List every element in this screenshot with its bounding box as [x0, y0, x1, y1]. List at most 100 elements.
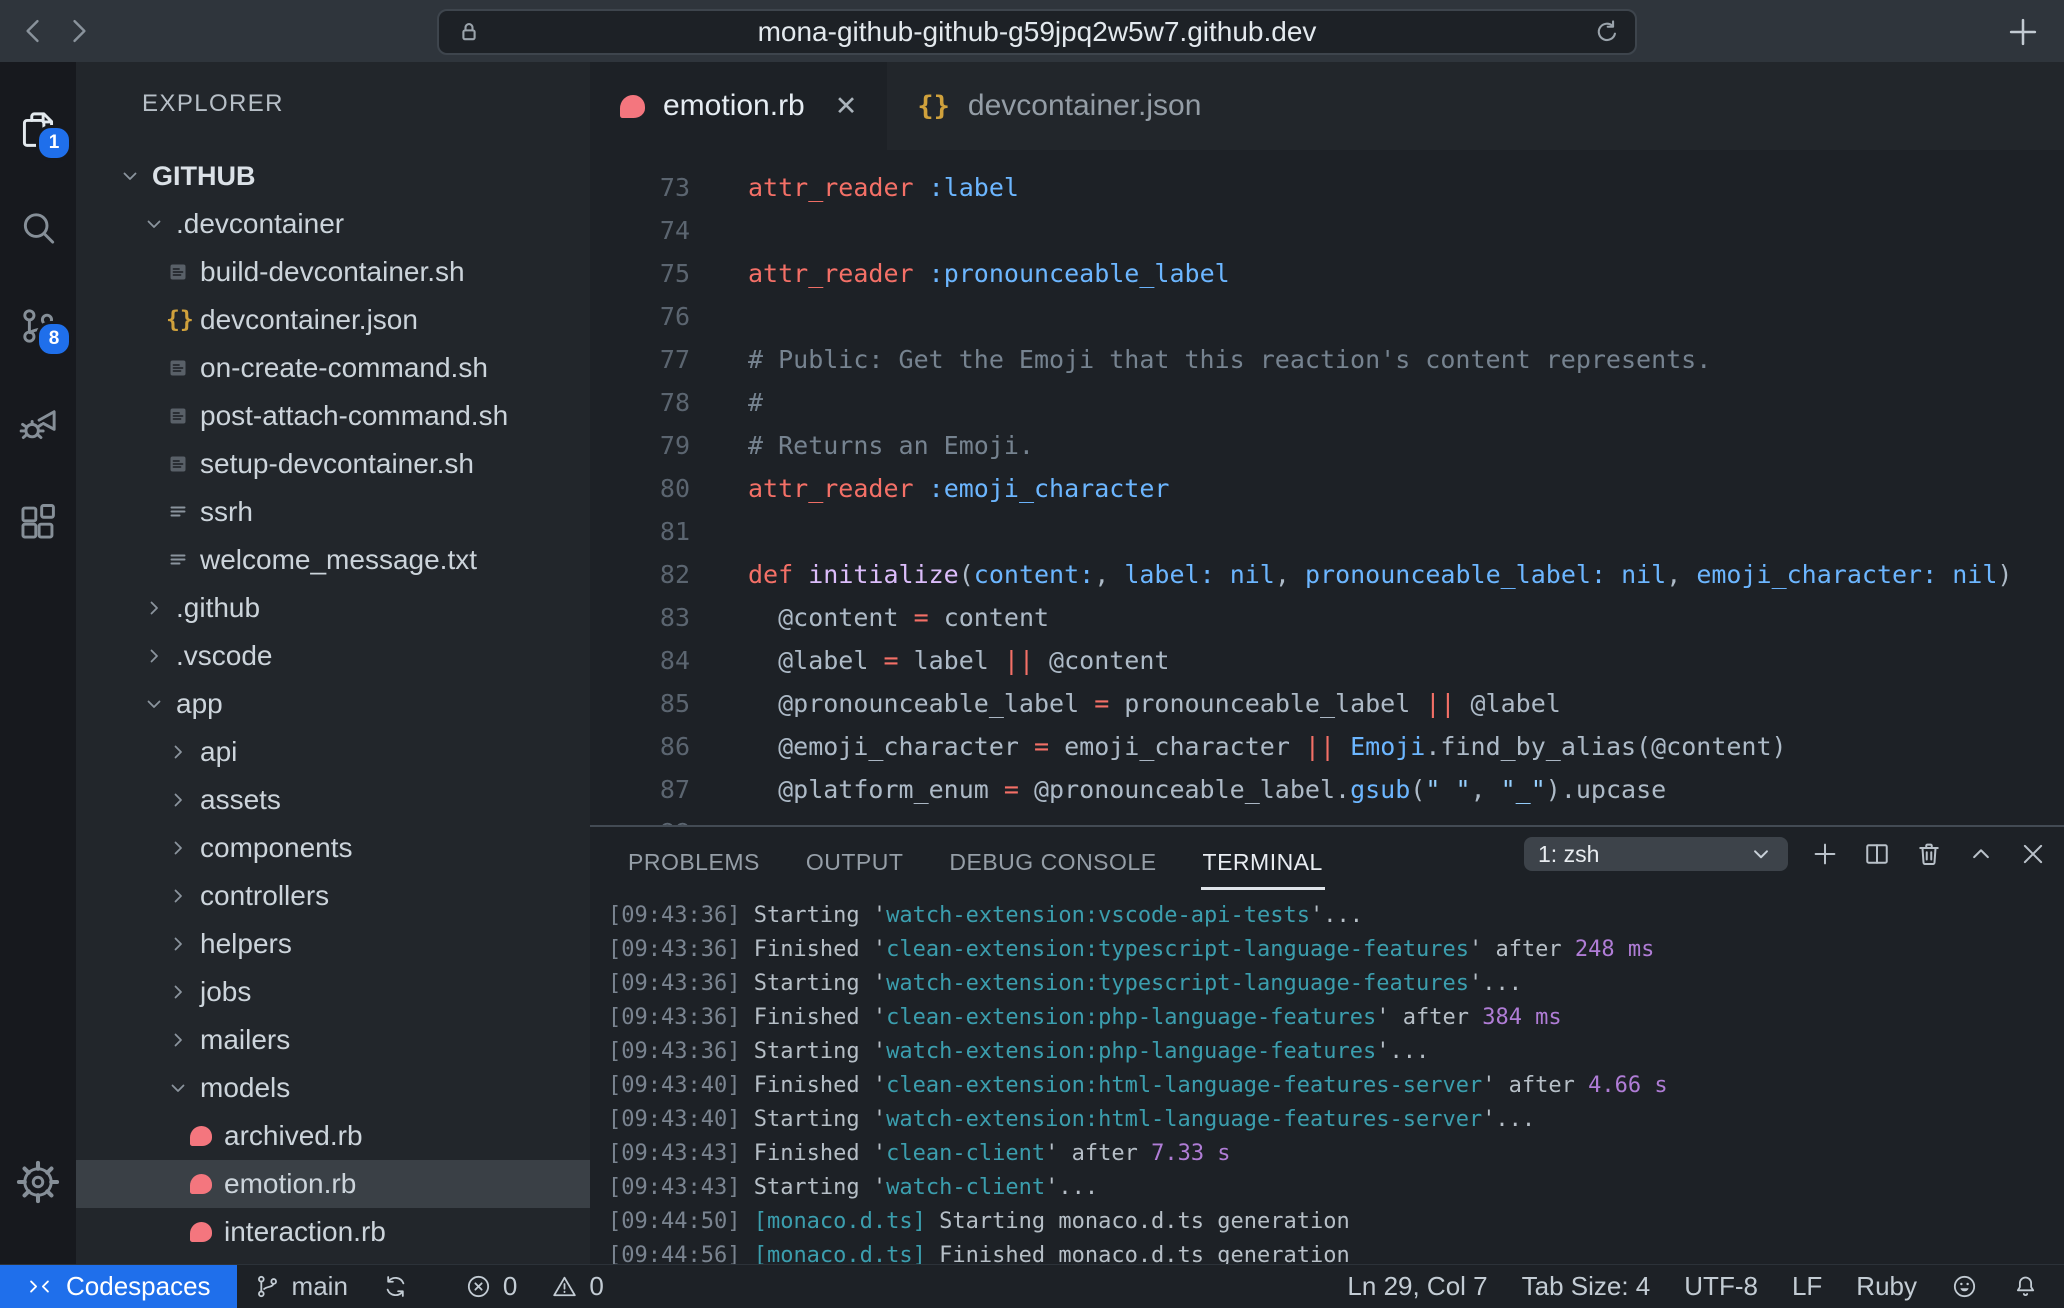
status-item-label: Ruby	[1856, 1271, 1917, 1302]
code-editor[interactable]: 73attr_reader :label7475attr_reader :pro…	[590, 150, 2064, 825]
new-terminal-button[interactable]	[1810, 839, 1840, 869]
browser-bar: mona-github-github-g59jpq2w5w7.github.de…	[0, 0, 2064, 62]
panel-tab-output[interactable]: OUTPUT	[796, 827, 914, 897]
url-field[interactable]: mona-github-github-g59jpq2w5w7.github.de…	[437, 9, 1637, 55]
close-panel-button[interactable]	[2018, 839, 2048, 869]
tree-item-label: .github	[176, 592, 260, 624]
editor-tab-devcontainer-json[interactable]: {}devcontainer.json	[887, 62, 1231, 150]
tree-item-github[interactable]: .github	[76, 584, 590, 632]
tree-item-label: archived.rb	[224, 1120, 363, 1152]
code-text: attr_reader :label	[748, 166, 1019, 209]
tree-item-assets[interactable]: assets	[76, 776, 590, 824]
tree-item-jobs[interactable]: jobs	[76, 968, 590, 1016]
bottom-panel: PROBLEMS OUTPUT DEBUG CONSOLE TERMINAL 1: z…	[590, 825, 2064, 1264]
panel-tab-debug-console[interactable]: DEBUG CONSOLE	[939, 827, 1166, 897]
status-item-errors[interactable]: 0	[448, 1265, 534, 1308]
tree-item-controllers[interactable]: controllers	[76, 872, 590, 920]
tree-item-helpers[interactable]: helpers	[76, 920, 590, 968]
plus-icon	[1810, 839, 1840, 869]
activity-item-search[interactable]	[14, 204, 62, 252]
status-item-cursor-position[interactable]: Ln 29, Col 7	[1330, 1265, 1504, 1308]
explorer-sidebar: EXPLORER GITHUB.devcontainerbuild-devcon…	[76, 62, 590, 1264]
search-icon	[16, 206, 60, 250]
tree-item-welcome-message-txt[interactable]: welcome_message.txt	[76, 536, 590, 584]
split-terminal-button[interactable]	[1862, 839, 1892, 869]
trash-icon	[1914, 839, 1944, 869]
terminal-shell-select[interactable]: 1: zsh	[1524, 837, 1788, 871]
badge: 8	[36, 321, 72, 357]
terminal-line: [09:43:43] Starting 'watch-client'...	[608, 1171, 2064, 1205]
status-item-label: Codespaces	[66, 1271, 211, 1302]
shell-select-label: 1: zsh	[1538, 841, 1599, 868]
tree-item-app[interactable]: app	[76, 680, 590, 728]
chevron-down-icon	[1748, 841, 1774, 867]
back-button[interactable]	[12, 9, 56, 53]
status-item-branch[interactable]: main	[237, 1265, 365, 1308]
status-item-language-mode[interactable]: Ruby	[1839, 1265, 1934, 1308]
code-line: 86 @emoji_character = emoji_character ||…	[590, 725, 2064, 768]
shell-file-icon	[166, 260, 200, 284]
editor-tab-emotion-rb[interactable]: emotion.rb✕	[590, 62, 887, 150]
activity-item-explorer[interactable]: 1	[14, 106, 62, 154]
tree-item-github[interactable]: GITHUB	[76, 152, 590, 200]
forward-button[interactable]	[56, 9, 100, 53]
activity-item-source-control[interactable]: 8	[14, 302, 62, 350]
maximize-panel-button[interactable]	[1966, 839, 1996, 869]
status-item-sync[interactable]	[365, 1265, 426, 1308]
code-line: 83 @content = content	[590, 596, 2064, 639]
panel-buttons	[1788, 839, 2048, 869]
tree-item-components[interactable]: components	[76, 824, 590, 872]
close-tab-icon[interactable]: ✕	[835, 93, 858, 120]
chevron-right-icon	[166, 836, 200, 860]
tree-item-ssrh[interactable]: ssrh	[76, 488, 590, 536]
tree-item-label: interaction.rb	[224, 1216, 386, 1248]
tree-item-archived-rb[interactable]: archived.rb	[76, 1112, 590, 1160]
tree-item-interaction-rb[interactable]: interaction.rb	[76, 1208, 590, 1256]
status-item-encoding[interactable]: UTF-8	[1667, 1265, 1775, 1308]
tree-item-label: api	[200, 736, 237, 768]
remote-icon	[26, 1273, 53, 1300]
tree-item-api[interactable]: api	[76, 728, 590, 776]
shell-file-icon	[166, 404, 200, 428]
editor-tab-bar: emotion.rb✕{}devcontainer.json	[590, 62, 2064, 150]
tree-item-setup-devcontainer-sh[interactable]: setup-devcontainer.sh	[76, 440, 590, 488]
chevron-right-icon	[166, 740, 200, 764]
activity-item-run-debug[interactable]	[14, 400, 62, 448]
status-item-notifications[interactable]	[1995, 1265, 2056, 1308]
status-item-warnings[interactable]: 0	[534, 1265, 620, 1308]
status-item-feedback[interactable]	[1934, 1265, 1995, 1308]
panel-tab-problems[interactable]: PROBLEMS	[618, 827, 770, 897]
status-item-codespaces[interactable]: Codespaces	[0, 1265, 237, 1308]
tree-item-emotion-rb[interactable]: emotion.rb	[76, 1160, 590, 1208]
line-number: 86	[590, 725, 690, 768]
new-tab-button[interactable]	[2004, 13, 2042, 51]
tree-item-post-attach-command-sh[interactable]: post-attach-command.sh	[76, 392, 590, 440]
tree-item-devcontainer-json[interactable]: {}devcontainer.json	[76, 296, 590, 344]
refresh-icon[interactable]	[1593, 18, 1621, 46]
status-item-indentation[interactable]: Tab Size: 4	[1505, 1265, 1668, 1308]
chevron-up-icon	[1966, 839, 1996, 869]
tree-item-on-create-command-sh[interactable]: on-create-command.sh	[76, 344, 590, 392]
tree-item-models[interactable]: models	[76, 1064, 590, 1112]
activity-item-settings[interactable]	[14, 1158, 62, 1206]
tree-item-devcontainer[interactable]: .devcontainer	[76, 200, 590, 248]
terminal-line: [09:43:36] Starting 'watch-extension:vsc…	[608, 899, 2064, 933]
status-item-eol[interactable]: LF	[1775, 1265, 1839, 1308]
tree-item-vscode[interactable]: .vscode	[76, 632, 590, 680]
tree-item-mailers[interactable]: mailers	[76, 1016, 590, 1064]
url-text: mona-github-github-g59jpq2w5w7.github.de…	[758, 16, 1317, 48]
activity-item-extensions[interactable]	[14, 498, 62, 546]
kill-terminal-button[interactable]	[1914, 839, 1944, 869]
line-number: 81	[590, 510, 690, 553]
terminal-line: [09:43:36] Finished 'clean-extension:typ…	[608, 933, 2064, 967]
code-text: attr_reader :pronounceable_label	[748, 252, 1230, 295]
plus-icon	[2004, 13, 2042, 51]
code-text: @emoji_character = emoji_character || Em…	[748, 725, 1787, 768]
panel-tab-terminal[interactable]: TERMINAL	[1193, 827, 1333, 897]
editor-area: emotion.rb✕{}devcontainer.json 73attr_re…	[590, 62, 2064, 1264]
terminal-output[interactable]: [09:43:36] Starting 'watch-extension:vsc…	[590, 899, 2064, 1264]
tree-item-label: GITHUB	[152, 161, 256, 192]
sync-icon	[382, 1273, 409, 1300]
json-file-icon: {}	[917, 91, 950, 122]
tree-item-build-devcontainer-sh[interactable]: build-devcontainer.sh	[76, 248, 590, 296]
